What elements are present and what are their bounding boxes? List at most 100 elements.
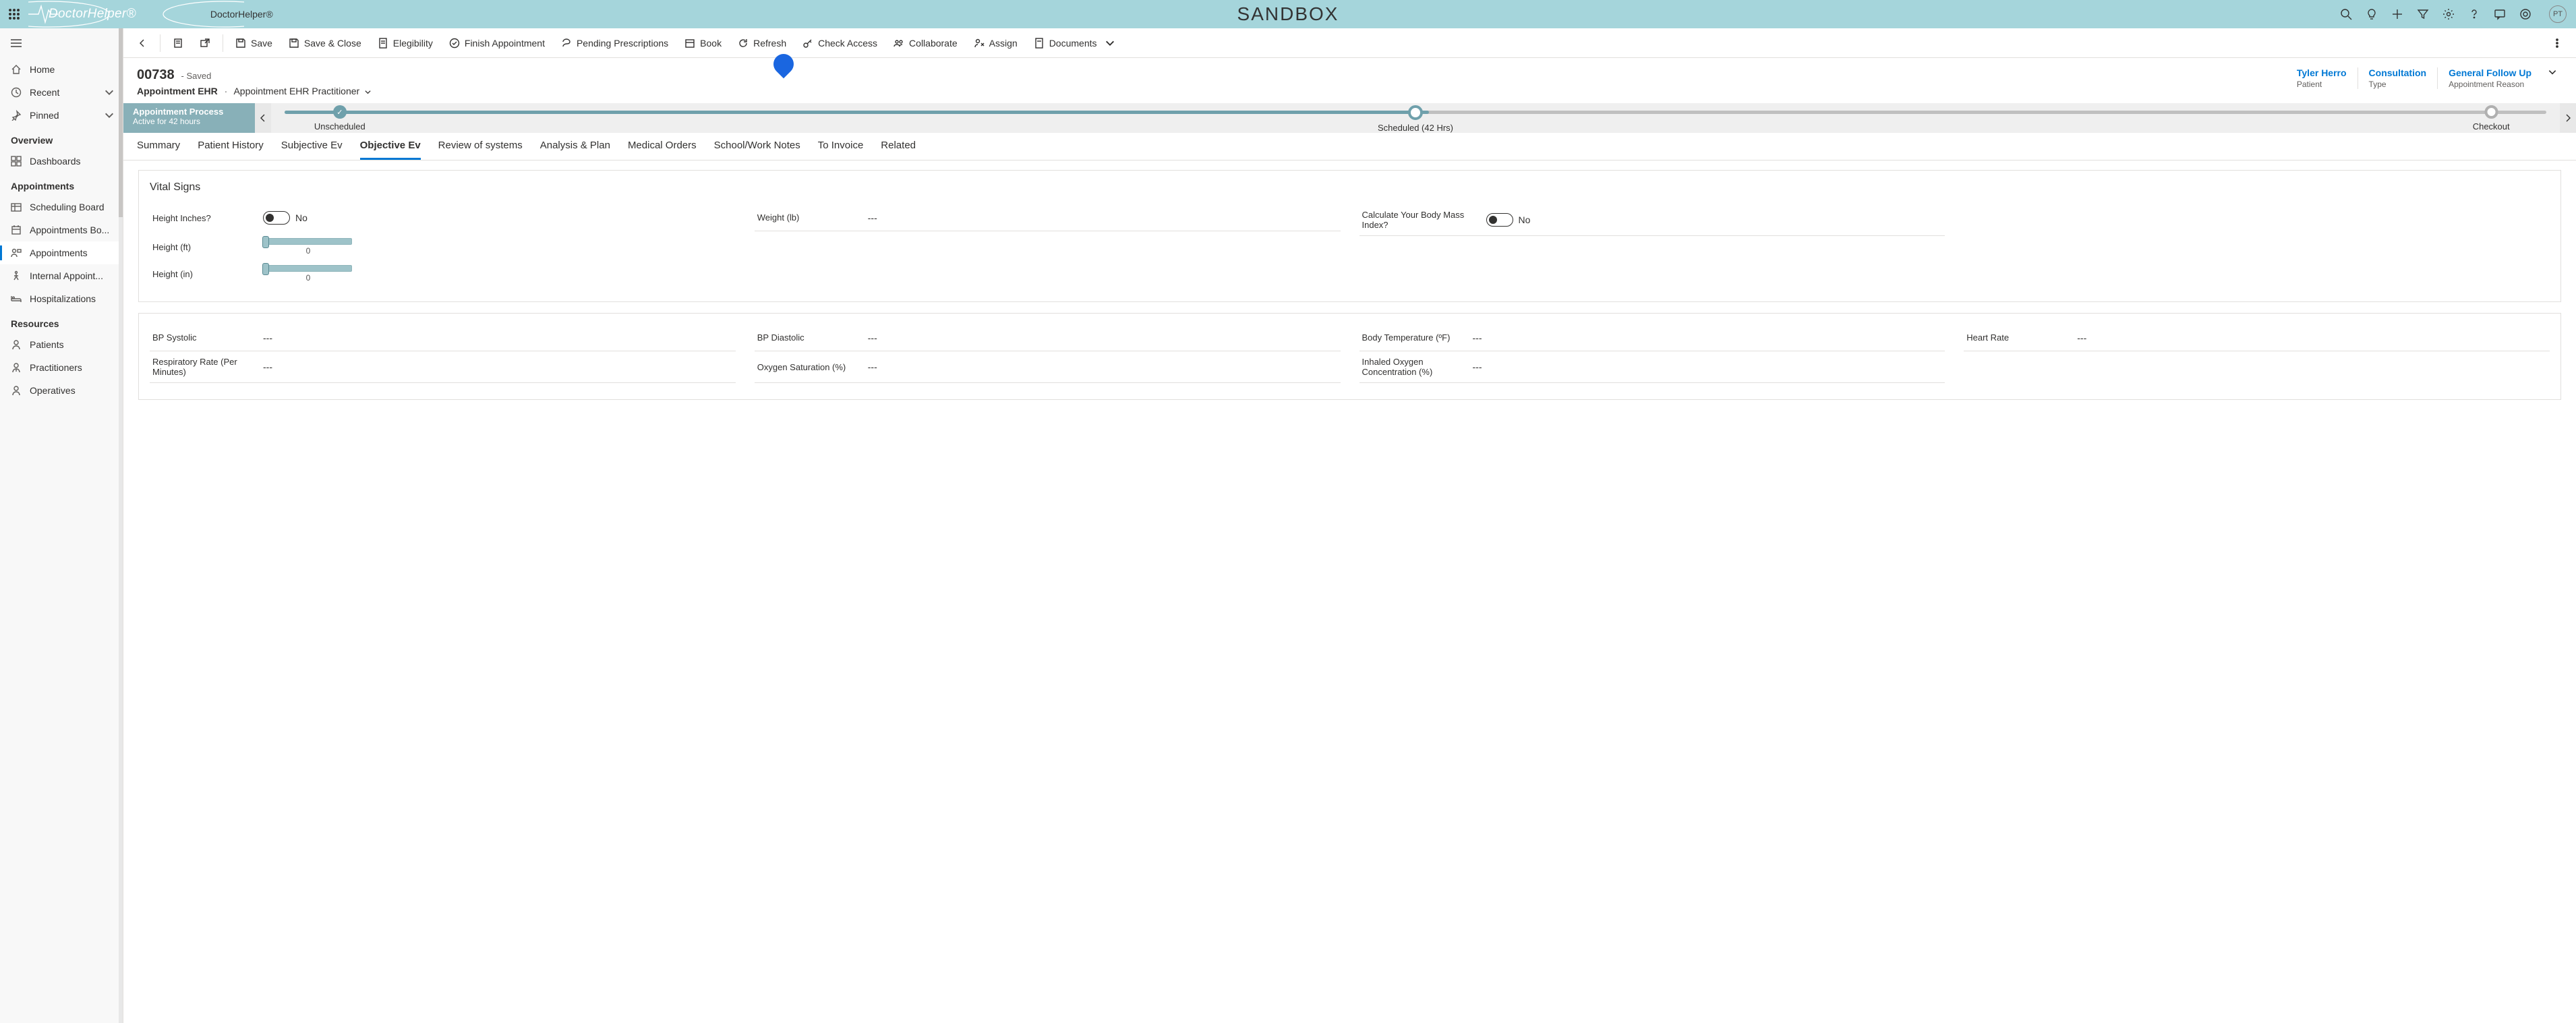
bmi-toggle[interactable]	[1486, 213, 1513, 227]
process-name[interactable]: Appointment Process Active for 42 hours	[123, 103, 255, 133]
sidebar-item-home[interactable]: Home	[0, 58, 123, 81]
record-entity: Appointment EHR	[137, 86, 218, 96]
sidebar-scrollbar-thumb[interactable]	[119, 28, 123, 217]
tab-to-invoice[interactable]: To Invoice	[818, 140, 864, 160]
back-button[interactable]	[130, 28, 154, 58]
field-value: ---	[263, 361, 733, 372]
sidebar-item-patients[interactable]: Patients	[0, 333, 123, 356]
elegibility-button[interactable]: Elegibility	[371, 28, 440, 58]
field-bp-systolic[interactable]: BP Systolic---	[150, 324, 736, 351]
field-label: Heart Rate	[1966, 332, 2068, 343]
clipboard-button[interactable]	[166, 28, 190, 58]
save-close-button[interactable]: Save & Close	[282, 28, 368, 58]
open-button[interactable]	[193, 28, 217, 58]
tab-objective-ev[interactable]: Objective Ev	[360, 140, 421, 160]
documents-button[interactable]: Documents	[1027, 28, 1122, 58]
process-title: Appointment Process	[133, 107, 245, 117]
stage-next-button[interactable]	[2560, 103, 2576, 133]
book-button[interactable]: Book	[678, 28, 728, 58]
filter-icon[interactable]	[2417, 8, 2429, 20]
field-label: Height (in)	[152, 269, 254, 279]
sidebar-item-appointments[interactable]: Appointments	[0, 241, 123, 264]
field-label: Weight (lb)	[757, 212, 858, 223]
height-inches-toggle[interactable]	[263, 211, 290, 225]
record-view[interactable]: Appointment EHR Practitioner	[233, 86, 359, 96]
sidebar-item-recent[interactable]: Recent	[0, 81, 123, 104]
assign-button[interactable]: Assign	[967, 28, 1024, 58]
pending-prescriptions-button[interactable]: Pending Prescriptions	[554, 28, 675, 58]
help-icon[interactable]	[2468, 8, 2480, 20]
overflow-button[interactable]	[2545, 28, 2569, 58]
stage-checkout[interactable]: Checkout	[2473, 105, 2510, 131]
cmd-label: Elegibility	[393, 38, 433, 49]
teaching-icon[interactable]	[2519, 8, 2531, 20]
field-bp-diastolic[interactable]: BP Diastolic---	[755, 324, 1341, 351]
tab-analysis-plan[interactable]: Analysis & Plan	[540, 140, 610, 160]
sidebar-item-label: Internal Appoint...	[30, 270, 103, 281]
sidebar-item-pinned[interactable]: Pinned	[0, 104, 123, 127]
field-heart-rate[interactable]: Heart Rate---	[1964, 324, 2550, 351]
sidebar-item-practitioners[interactable]: Practitioners	[0, 356, 123, 379]
field-label: BP Diastolic	[757, 332, 858, 343]
add-icon[interactable]	[2391, 8, 2403, 20]
field-inhaled-oxygen[interactable]: Inhaled Oxygen Concentration (%)---	[1359, 351, 1945, 383]
tab-subjective-ev[interactable]: Subjective Ev	[281, 140, 343, 160]
walk-icon	[11, 270, 22, 281]
sidebar-item-internal-appointments[interactable]: Internal Appoint...	[0, 264, 123, 287]
stage-prev-button[interactable]	[255, 103, 271, 133]
field-label: Respiratory Rate (Per Minutes)	[152, 357, 254, 377]
record-header: 00738 - Saved Appointment EHR · Appointm…	[123, 58, 2576, 103]
header-expand-button[interactable]	[2542, 67, 2563, 77]
app-launcher-icon[interactable]	[0, 9, 28, 20]
height-ft-slider[interactable]	[264, 238, 352, 245]
clock-icon	[11, 87, 22, 98]
save-button[interactable]: Save	[229, 28, 279, 58]
sidebar-item-scheduling-board[interactable]: Scheduling Board	[0, 196, 123, 218]
lightbulb-icon[interactable]	[2366, 8, 2378, 20]
user-avatar[interactable]: PT	[2549, 5, 2567, 23]
header-field-reason[interactable]: General Follow Up Appointment Reason	[2437, 67, 2542, 89]
tab-medical-orders[interactable]: Medical Orders	[628, 140, 697, 160]
collaborate-button[interactable]: Collaborate	[887, 28, 964, 58]
field-value: ---	[1473, 361, 1943, 372]
stage-label: Scheduled (42 Hrs)	[1378, 123, 1453, 133]
gear-icon[interactable]	[2442, 8, 2455, 20]
cmd-label: Finish Appointment	[465, 38, 545, 49]
field-weight[interactable]: Weight (lb) ---	[755, 204, 1341, 231]
sidebar-item-label: Patients	[30, 339, 64, 350]
chevron-down-icon	[104, 87, 115, 98]
field-value: ---	[263, 332, 733, 343]
search-icon[interactable]	[2340, 8, 2352, 20]
sidebar-toggle[interactable]	[0, 28, 123, 58]
sidebar-item-hospitalizations[interactable]: Hospitalizations	[0, 287, 123, 310]
finish-appointment-button[interactable]: Finish Appointment	[442, 28, 552, 58]
sidebar-item-operatives[interactable]: Operatives	[0, 379, 123, 402]
sidebar-item-dashboards[interactable]: Dashboards	[0, 150, 123, 173]
tab-related[interactable]: Related	[881, 140, 916, 160]
field-body-temperature[interactable]: Body Temperature (ºF)---	[1359, 324, 1945, 351]
document-icon	[1034, 38, 1045, 49]
sidebar-item-appointments-board[interactable]: Appointments Bo...	[0, 218, 123, 241]
tab-patient-history[interactable]: Patient History	[198, 140, 264, 160]
sidebar-item-label: Operatives	[30, 385, 76, 396]
stage-unscheduled[interactable]: ✓Unscheduled	[314, 105, 365, 131]
field-respiratory-rate[interactable]: Respiratory Rate (Per Minutes) ---	[150, 351, 736, 383]
board-icon	[11, 202, 22, 212]
field-oxygen-saturation[interactable]: Oxygen Saturation (%)---	[755, 351, 1341, 383]
tab-review-systems[interactable]: Review of systems	[438, 140, 523, 160]
header-field-patient[interactable]: Tyler Herro Patient	[2286, 67, 2358, 89]
stage-scheduled[interactable]: Scheduled (42 Hrs)	[1378, 105, 1453, 133]
calendar-icon	[11, 225, 22, 235]
cmd-label: Assign	[989, 38, 1018, 49]
logo-text: DoctorHelper®	[49, 7, 136, 22]
check-access-button[interactable]: Check Access	[796, 28, 884, 58]
toggle-state-label: No	[295, 212, 308, 223]
kv-value: General Follow Up	[2449, 67, 2531, 78]
tab-school-work-notes[interactable]: School/Work Notes	[714, 140, 800, 160]
header-field-type[interactable]: Consultation Type	[2358, 67, 2438, 89]
height-in-slider[interactable]	[264, 265, 352, 272]
chevron-down-icon	[104, 110, 115, 121]
field-label: Oxygen Saturation (%)	[757, 362, 858, 372]
chat-icon[interactable]	[2494, 8, 2506, 20]
tab-summary[interactable]: Summary	[137, 140, 180, 160]
